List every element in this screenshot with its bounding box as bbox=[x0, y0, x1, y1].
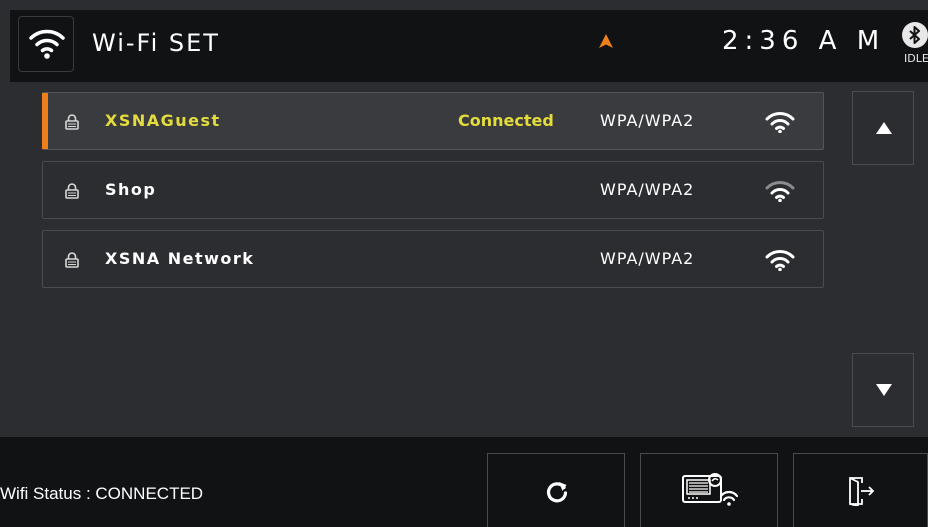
network-security: WPA/WPA2 bbox=[600, 111, 695, 130]
triangle-down-icon bbox=[876, 384, 892, 396]
triangle-up-icon bbox=[876, 122, 892, 134]
wifi-button[interactable] bbox=[18, 16, 74, 72]
wifi-status-text: Wifi Status : CONNECTED bbox=[0, 484, 204, 503]
exit-button[interactable] bbox=[793, 453, 928, 527]
scroll-up-button[interactable] bbox=[852, 91, 914, 165]
bluetooth-status: IDLE bbox=[904, 52, 928, 65]
connection-status: Connected bbox=[458, 111, 554, 130]
refresh-button[interactable] bbox=[487, 453, 625, 527]
page-title: Wi-Fi SET bbox=[92, 29, 220, 57]
exit-door-icon bbox=[849, 477, 875, 506]
network-ssid: XSNAGuest bbox=[105, 111, 221, 130]
device-wifi-button[interactable] bbox=[640, 453, 778, 527]
selected-accent bbox=[42, 93, 48, 149]
lock-icon bbox=[65, 252, 79, 268]
network-ssid: Shop bbox=[105, 180, 157, 199]
network-ssid: XSNA Network bbox=[105, 249, 255, 268]
network-security: WPA/WPA2 bbox=[600, 180, 695, 199]
lock-icon bbox=[65, 114, 79, 130]
network-security: WPA/WPA2 bbox=[600, 249, 695, 268]
clock: 2:36 A M bbox=[722, 26, 886, 56]
bluetooth-icon bbox=[902, 22, 928, 48]
refresh-icon bbox=[546, 482, 568, 503]
device-wifi-icon bbox=[682, 473, 739, 506]
navigation-arrow-icon bbox=[599, 34, 613, 48]
network-row-xsnaguest[interactable]: XSNAGuest Connected WPA/WPA2 bbox=[42, 92, 824, 150]
wifi-signal-icon bbox=[765, 112, 795, 133]
wifi-icon bbox=[29, 29, 65, 59]
wifi-signal-icon bbox=[765, 250, 795, 271]
header-bar: Wi-Fi SET 2:36 A M IDLE bbox=[10, 10, 928, 82]
network-row-xsna-network[interactable]: XSNA Network WPA/WPA2 bbox=[42, 230, 824, 288]
wifi-signal-icon bbox=[765, 181, 795, 202]
lock-icon bbox=[65, 183, 79, 199]
network-row-shop[interactable]: Shop WPA/WPA2 bbox=[42, 161, 824, 219]
scroll-down-button[interactable] bbox=[852, 353, 914, 427]
wifi-settings-screen: Wi-Fi SET 2:36 A M IDLE XSNAGuest Connec… bbox=[0, 0, 928, 527]
footer-bar: Wifi Status : CONNECTED bbox=[0, 437, 928, 527]
